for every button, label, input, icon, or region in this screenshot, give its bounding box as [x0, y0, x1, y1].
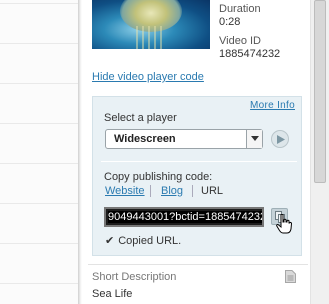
list-row[interactable] [0, 83, 78, 84]
video-meta: Duration 0:28 Video ID 1885474232 [219, 3, 280, 61]
document-icon[interactable] [285, 270, 296, 283]
vertical-scrollbar[interactable] [310, 0, 329, 304]
list-row[interactable] [0, 243, 78, 244]
tab-blog[interactable]: Blog [161, 185, 183, 197]
hand-cursor-icon [276, 214, 292, 234]
play-icon [277, 135, 285, 144]
section-divider [101, 161, 297, 162]
publishing-code-field[interactable]: 9049443001?bctid=1885474232 [104, 207, 264, 227]
hide-video-player-code-link[interactable]: Hide video player code [92, 71, 204, 83]
video-details-panel: Duration 0:28 Video ID 1885474232 Hide v… [82, 0, 310, 304]
duration-label: Duration [219, 3, 261, 15]
list-row[interactable] [0, 283, 78, 284]
tab-website[interactable]: Website [105, 185, 145, 197]
short-description-value: Sea Life [92, 288, 133, 300]
list-row[interactable] [0, 123, 78, 124]
copy-publishing-code-label: Copy publishing code: [104, 171, 213, 183]
short-description-label: Short Description [92, 271, 177, 283]
player-select[interactable]: Widescreen [105, 129, 263, 149]
tab-url[interactable]: URL [201, 185, 223, 197]
duration-value: 0:28 [219, 16, 241, 28]
player-select-value: Widescreen [114, 133, 176, 145]
list-row[interactable] [0, 203, 78, 204]
preview-play-button[interactable] [271, 130, 289, 148]
copied-message: ✔ Copied URL. [105, 234, 181, 247]
left-list-pane [0, 0, 78, 304]
section-divider [88, 264, 308, 265]
check-icon: ✔ [105, 235, 115, 247]
copied-message-text: Copied URL. [118, 235, 182, 247]
scrollbar-thumb[interactable] [314, 0, 326, 183]
chevron-down-icon[interactable] [246, 130, 262, 148]
video-id-value: 1885474232 [219, 48, 281, 60]
list-row[interactable] [0, 163, 78, 164]
publishing-box: More Info Select a player Widescreen Cop… [92, 96, 302, 256]
video-id-label: Video ID [219, 35, 261, 47]
publishing-code-text: 9049443001?bctid=1885474232 [108, 211, 262, 223]
select-player-label: Select a player [104, 112, 177, 124]
video-thumbnail[interactable] [92, 0, 210, 49]
list-row[interactable] [0, 43, 78, 44]
list-row[interactable] [0, 3, 78, 4]
more-info-link[interactable]: More Info [250, 100, 295, 111]
